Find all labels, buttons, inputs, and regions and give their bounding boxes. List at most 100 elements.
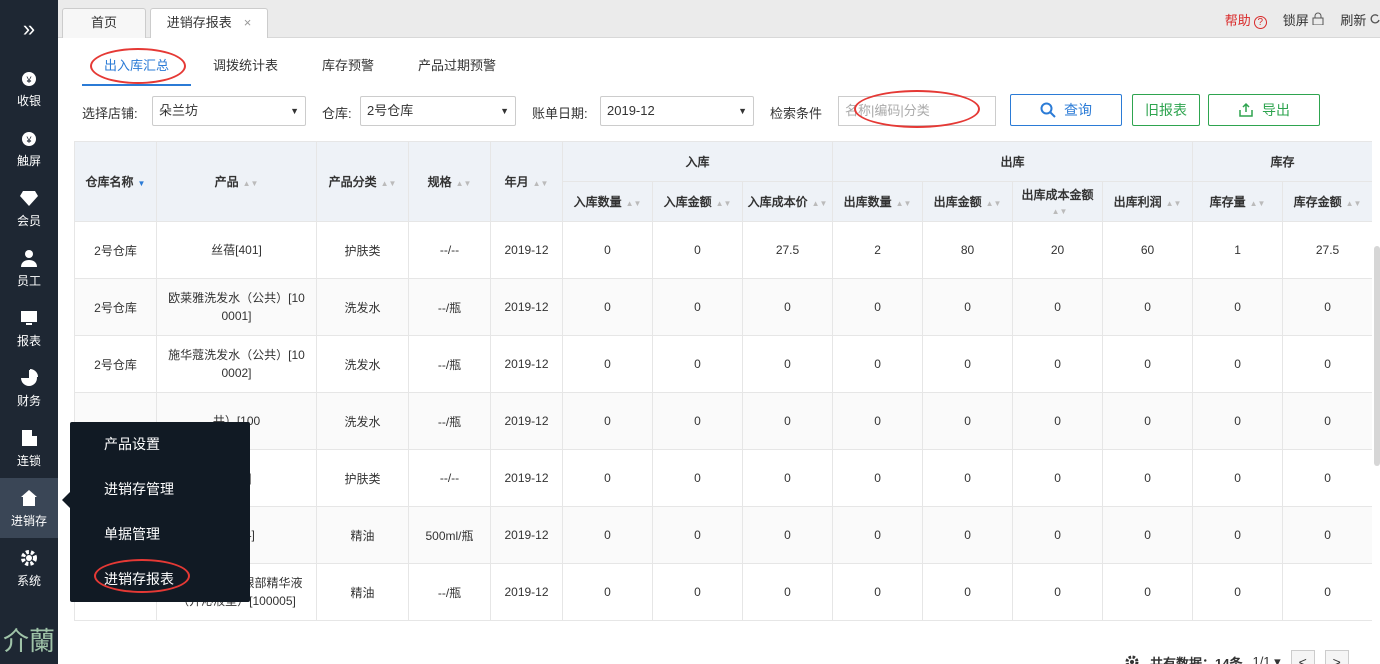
menu-item-document-management[interactable]: 单据管理 bbox=[70, 512, 250, 557]
subtab-expiry-warning[interactable]: 产品过期预警 bbox=[396, 56, 518, 86]
sort-icon: ▲▼ bbox=[532, 179, 549, 188]
menu-item-inventory-report[interactable]: 进销存报表 bbox=[70, 557, 250, 602]
table-row[interactable]: 共）[100 洗发水 --/瓶 2019-12 0 0 0 0 0 0 0 0 0 bbox=[74, 392, 1372, 450]
next-page-button[interactable]: > bbox=[1324, 650, 1349, 664]
sidebar-item-staff[interactable]: 员工 bbox=[0, 238, 58, 298]
report-table-container: 仓库名称 ▼ 产品 ▲▼ 产品分类 ▲▼ 规格 ▲▼ 年月 ▲▼ 入库 出库 库存 入库数… bbox=[74, 141, 1372, 636]
col-stock-amt[interactable]: 库存金额 ▲▼ bbox=[1282, 181, 1372, 222]
table-cell: 0 bbox=[562, 563, 653, 621]
table-cell: 2号仓库 bbox=[74, 335, 157, 393]
subtab-stock-warning[interactable]: 库存预警 bbox=[300, 56, 396, 86]
col-in-cost[interactable]: 入库成本价 ▲▼ bbox=[741, 181, 834, 222]
group-in: 入库 bbox=[561, 141, 834, 182]
sidebar-item-system[interactable]: 系统 bbox=[0, 538, 58, 598]
col-month[interactable]: 年月 ▲▼ bbox=[490, 141, 563, 222]
col-in-qty[interactable]: 入库数量 ▲▼ bbox=[562, 181, 653, 222]
store-select[interactable]: 朵兰坊 ▼ bbox=[152, 96, 306, 126]
col-stock-qty[interactable]: 库存量 ▲▼ bbox=[1192, 181, 1284, 222]
col-out-qty[interactable]: 出库数量 ▲▼ bbox=[832, 181, 924, 222]
subtab-in-out-summary[interactable]: 出入库汇总 bbox=[82, 48, 192, 86]
table-cell: 0 bbox=[741, 449, 834, 507]
dropdown-arrow-icon: ▼ bbox=[290, 106, 299, 116]
table-cell: 60 bbox=[1102, 221, 1194, 279]
sidebar-item-finance[interactable]: 财务 bbox=[0, 358, 58, 418]
vertical-scrollbar[interactable] bbox=[1374, 246, 1380, 466]
sidebar-item-touch[interactable]: ¥ 触屏 bbox=[0, 118, 58, 178]
total-count: 共有数据：14条 bbox=[1150, 655, 1243, 664]
table-cell: 0 bbox=[922, 449, 1014, 507]
lock-screen-button[interactable]: 锁屏 bbox=[1283, 10, 1325, 29]
page-select[interactable]: 1/1 ▾ bbox=[1252, 654, 1280, 664]
query-button[interactable]: 查询 bbox=[1010, 94, 1122, 126]
sort-icon: ▲▼ bbox=[985, 199, 1002, 208]
col-label: 入库数量 bbox=[573, 195, 622, 209]
old-report-button[interactable]: 旧报表 bbox=[1132, 94, 1200, 126]
col-out-cost[interactable]: 出库成本金额 ▲▼ bbox=[1012, 181, 1104, 222]
table-cell: 丝蓓[401] bbox=[156, 221, 317, 279]
sort-icon: ▲▼ bbox=[1165, 199, 1182, 208]
person-icon bbox=[19, 248, 39, 268]
table-cell: 0 bbox=[1282, 563, 1372, 621]
sidebar-item-chain[interactable]: 连锁 bbox=[0, 418, 58, 478]
col-category[interactable]: 产品分类 ▲▼ bbox=[316, 141, 409, 222]
sort-icon: ▲▼ bbox=[380, 179, 397, 188]
date-select[interactable]: 2019-12 ▼ bbox=[600, 96, 754, 126]
table-cell: 洗发水 bbox=[316, 335, 409, 393]
close-icon[interactable]: × bbox=[244, 15, 252, 30]
menu-item-product-settings[interactable]: 产品设置 bbox=[70, 422, 250, 467]
table-cell: 2019-12 bbox=[490, 278, 563, 336]
pagination: 共有数据：14条 1/1 ▾ < > bbox=[1124, 650, 1349, 664]
col-out-profit[interactable]: 出库利润 ▲▼ bbox=[1102, 181, 1194, 222]
tab-home[interactable]: 首页 bbox=[62, 8, 146, 38]
sidebar-item-report[interactable]: 报表 bbox=[0, 298, 58, 358]
table-row[interactable]: 2号仓库 丝蓓[401] 护肤类 --/-- 2019-12 0 0 27.5 2 80 20 60 1… bbox=[74, 221, 1372, 279]
menu-item-inventory-management[interactable]: 进销存管理 bbox=[70, 467, 250, 512]
help-link[interactable]: 帮助? bbox=[1225, 10, 1267, 29]
table-cell: 0 bbox=[1192, 563, 1284, 621]
table-cell: 0 bbox=[922, 563, 1014, 621]
table-cell: 0 bbox=[741, 278, 834, 336]
table-cell: 20 bbox=[1012, 221, 1104, 279]
page-value: 1/1 bbox=[1252, 654, 1271, 664]
col-label: 入库成本价 bbox=[747, 195, 808, 209]
table-row[interactable]: 0003]护肤类--/--2019-12000000000 bbox=[74, 449, 1372, 507]
sidebar-item-member[interactable]: 会员 bbox=[0, 178, 58, 238]
prev-page-button[interactable]: < bbox=[1290, 650, 1315, 664]
lock-label: 锁屏 bbox=[1282, 13, 1309, 28]
col-spec[interactable]: 规格 ▲▼ bbox=[408, 141, 491, 222]
report-table: 仓库名称 ▼ 产品 ▲▼ 产品分类 ▲▼ 规格 ▲▼ 年月 ▲▼ 入库 出库 库存 入库数… bbox=[74, 141, 1372, 621]
col-out-amt[interactable]: 出库金额 ▲▼ bbox=[922, 181, 1014, 222]
table-row[interactable]: 2号仓库 欧莱雅洗发水（公共）[10 0001] 洗发水 --/瓶 2019-12 0 0 0… bbox=[74, 278, 1372, 336]
export-button[interactable]: 导出 bbox=[1208, 94, 1320, 126]
table-cell: 护肤类 bbox=[316, 221, 409, 279]
table-row[interactable]: 00004]精油500ml/瓶2019-12000000000 bbox=[74, 506, 1372, 564]
col-product[interactable]: 产品 ▲▼ bbox=[156, 141, 317, 222]
table-cell: 0 bbox=[652, 335, 743, 393]
sidebar-item-cashier[interactable]: ¥ 收银 bbox=[0, 58, 58, 118]
store-value: 朵兰坊 bbox=[159, 103, 199, 118]
warehouse-select[interactable]: 2号仓库 ▼ bbox=[360, 96, 516, 126]
tab-inventory-report[interactable]: 进销存报表 × bbox=[150, 8, 268, 38]
sort-icon: ▲▼ bbox=[715, 199, 732, 208]
table-row[interactable]: 2号仓库 施华蔻洗发水（公共）[10 0002] 洗发水 --/瓶 2019-12 0 0 0… bbox=[74, 335, 1372, 393]
settings-gear-icon[interactable] bbox=[1124, 654, 1140, 664]
table-cell: 0 bbox=[1192, 335, 1284, 393]
sidebar-item-inventory[interactable]: 进销存 bbox=[0, 478, 58, 538]
table-row[interactable]: 2号仓库润颜保湿漾采眼部精华液（开沁液型）[100005]精油--/瓶2019-… bbox=[74, 563, 1372, 621]
table-cell: 2019-12 bbox=[490, 335, 563, 393]
refresh-button[interactable]: 刷新 bbox=[1340, 10, 1380, 29]
table-cell: --/-- bbox=[408, 221, 491, 279]
sidebar-toggle-icon[interactable]: » bbox=[0, 0, 58, 58]
col-in-amt[interactable]: 入库金额 ▲▼ bbox=[652, 181, 743, 222]
col-warehouse[interactable]: 仓库名称 ▼ bbox=[74, 141, 157, 222]
table-cell: 洗发水 bbox=[316, 392, 409, 450]
dropdown-arrow-icon: ▼ bbox=[738, 106, 747, 116]
table-cell: 0 bbox=[832, 278, 924, 336]
subtab-transfer-stats[interactable]: 调拨统计表 bbox=[191, 56, 300, 86]
table-cell: 0 bbox=[562, 221, 653, 279]
table-cell: 2019-12 bbox=[490, 221, 563, 279]
table-cell: 0 bbox=[652, 221, 743, 279]
export-label: 导出 bbox=[1262, 102, 1290, 118]
table-cell: 27.5 bbox=[741, 221, 834, 279]
table-cell: 护肤类 bbox=[316, 449, 409, 507]
